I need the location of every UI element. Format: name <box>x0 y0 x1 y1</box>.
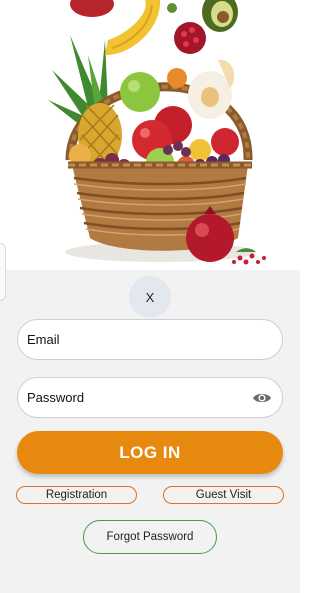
forgot-password-button-label: Forgot Password <box>106 531 194 543</box>
login-button-label: LOG IN <box>119 442 181 462</box>
forgot-password-button[interactable]: Forgot Password <box>83 520 217 554</box>
hero-image <box>0 0 300 270</box>
close-button-label: X <box>145 289 155 305</box>
guest-visit-button[interactable]: Guest Visit <box>163 486 284 504</box>
password-field-container <box>17 377 283 418</box>
close-button[interactable]: X <box>129 276 171 318</box>
login-button[interactable]: LOG IN <box>17 431 283 474</box>
registration-button-label: Registration <box>45 489 108 501</box>
registration-button[interactable]: Registration <box>16 486 137 504</box>
password-field[interactable] <box>27 390 252 405</box>
email-field[interactable] <box>27 332 272 347</box>
fruit-basket-illustration <box>48 0 266 265</box>
eye-icon[interactable] <box>252 391 272 405</box>
guest-visit-button-label: Guest Visit <box>195 489 252 501</box>
email-field-container <box>17 319 283 360</box>
side-drawer-handle[interactable] <box>0 243 6 301</box>
